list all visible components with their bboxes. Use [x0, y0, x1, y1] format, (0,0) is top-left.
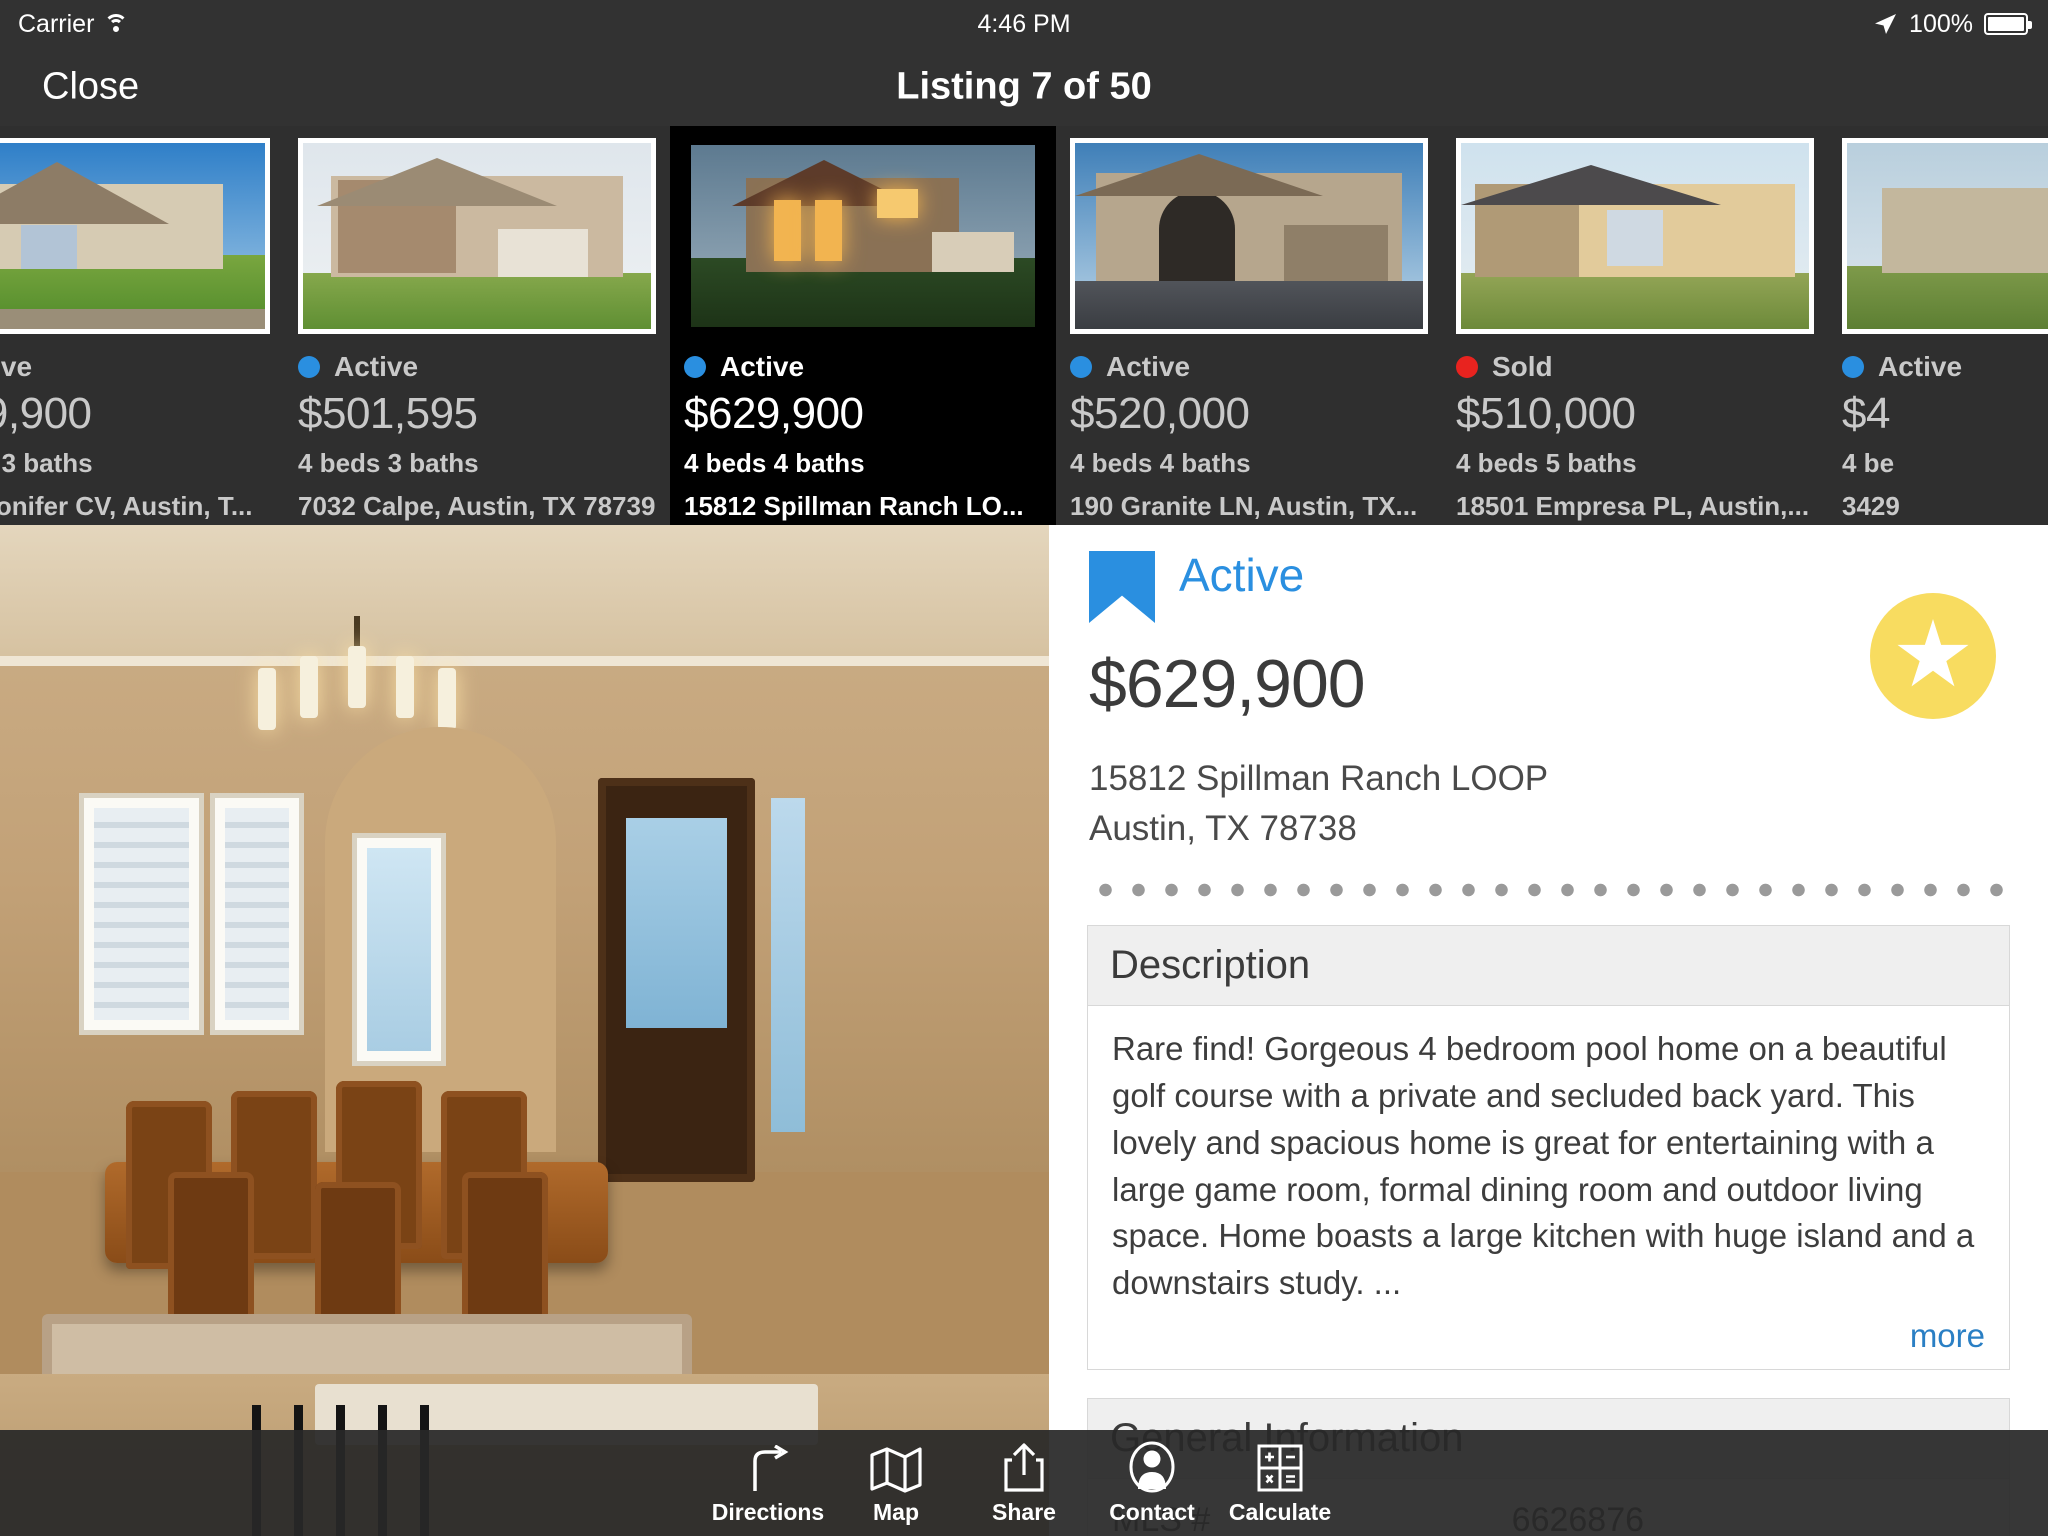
- status-dot-icon: [1456, 356, 1478, 378]
- toolbar-item-calculate[interactable]: Calculate: [1216, 1441, 1344, 1526]
- listing-status-row: Active: [684, 351, 1042, 383]
- listing-thumbnail: [684, 138, 1042, 334]
- star-icon: [1897, 619, 1969, 687]
- listing-address: 15812 Spillman Ranch LO...: [684, 491, 1024, 521]
- listing-beds-baths: 4 beds 4 baths: [1070, 448, 1251, 478]
- listing-price: $629,900: [684, 389, 864, 438]
- listing-price: $4: [1842, 389, 1890, 438]
- listing-thumbnail: [1456, 138, 1814, 334]
- listing-card-1[interactable]: Active $501,595 4 beds 3 baths 7032 Calp…: [284, 126, 670, 525]
- listing-card-5[interactable]: Active $4 4 be 3429: [1828, 126, 2048, 525]
- listing-thumbnail: [0, 138, 270, 334]
- toolbar-label: Share: [992, 1498, 1056, 1525]
- property-photo[interactable]: [0, 525, 1049, 1536]
- chandelier-decor: [252, 615, 462, 736]
- battery-percent-label: 100%: [1909, 9, 1973, 38]
- listing-thumbnail: [298, 138, 656, 334]
- listing-card-0[interactable]: Active $649,900 4 beds 3 baths 6607 Coni…: [0, 126, 284, 525]
- main-content: Active $629,900 15812 Spillman Ranch LOO…: [0, 525, 2048, 1536]
- directions-arrow-icon: [745, 1441, 791, 1493]
- listing-status-row: Sold: [1456, 351, 1814, 383]
- listing-status-row: Active: [298, 351, 656, 383]
- description-more-link[interactable]: more: [1112, 1317, 1985, 1355]
- toolbar-label: Map: [873, 1498, 919, 1525]
- listing-price: $520,000: [1070, 389, 1250, 438]
- status-dot-icon: [684, 356, 706, 378]
- listing-price: $501,595: [298, 389, 478, 438]
- toolbar-label: Calculate: [1228, 1498, 1332, 1525]
- listing-detail-panel[interactable]: Active $629,900 15812 Spillman Ranch LOO…: [1049, 525, 2048, 1536]
- listing-status-label: Active: [1878, 351, 1963, 382]
- detail-status-label: Active: [1179, 549, 1305, 601]
- battery-full-icon: [1984, 13, 2032, 35]
- listing-beds-baths: 4 beds 3 baths: [0, 448, 93, 478]
- listing-status-label: Active: [0, 351, 33, 382]
- listing-price: $649,900: [0, 389, 92, 438]
- listing-address: 6607 Conifer CV, Austin, T...: [0, 491, 253, 521]
- toolbar-item-map[interactable]: Map: [832, 1441, 960, 1526]
- description-section: Description Rare find! Gorgeous 4 bedroo…: [1087, 925, 2010, 1371]
- status-dot-icon: [1842, 356, 1864, 378]
- calculator-icon: [1256, 1441, 1304, 1493]
- bookmark-ribbon-icon: [1089, 551, 1155, 623]
- listing-status-row: Active: [0, 351, 270, 383]
- status-bar: Carrier 4:46 PM 100%: [0, 0, 2048, 48]
- toolbar-label: Contact: [1109, 1498, 1195, 1525]
- listing-beds-baths: 4 be: [1842, 448, 1895, 478]
- detail-status-row: Active: [1089, 551, 2008, 623]
- listing-beds-baths: 4 beds 3 baths: [298, 448, 479, 478]
- detail-address-line1: 15812 Spillman Ranch LOOP: [1089, 759, 1549, 798]
- listing-address: 7032 Calpe, Austin, TX 78739: [298, 491, 656, 521]
- description-body: Rare find! Gorgeous 4 bedroom pool home …: [1088, 1006, 2009, 1370]
- description-header: Description: [1088, 926, 2009, 1006]
- toolbar-item-directions[interactable]: Directions: [704, 1441, 832, 1526]
- listing-card-2-selected[interactable]: Active $629,900 4 beds 4 baths 15812 Spi…: [670, 126, 1056, 525]
- detail-address-line2: Austin, TX 78738: [1089, 809, 1357, 848]
- listing-beds-baths: 4 beds 4 baths: [684, 448, 865, 478]
- toolbar-label: Directions: [711, 1498, 825, 1525]
- contact-person-icon: [1129, 1441, 1175, 1493]
- navigation-bar: Close Listing 7 of 50: [0, 48, 2048, 126]
- listing-status-label: Sold: [1492, 351, 1553, 382]
- status-dot-icon: [298, 356, 320, 378]
- listing-detail-screen: Carrier 4:46 PM 100% Close Listing 7 of …: [0, 0, 2048, 1536]
- listing-status-label: Active: [1106, 351, 1191, 382]
- dotted-separator: [1089, 883, 2008, 897]
- location-arrow-icon: [1872, 11, 1898, 37]
- listing-price: $510,000: [1456, 389, 1636, 438]
- listing-summary: Active $629,900 15812 Spillman Ranch LOO…: [1049, 525, 2048, 849]
- bottom-toolbar: Directions Map Share Contact Calculate: [0, 1430, 2048, 1536]
- listing-address: 3429: [1842, 491, 1900, 521]
- toolbar-item-contact[interactable]: Contact: [1088, 1441, 1216, 1526]
- listing-carousel[interactable]: Y,... Active $649,900 4 beds 3 baths: [0, 126, 2048, 525]
- status-bar-right: 100%: [1872, 9, 2032, 39]
- listing-thumbnail: [1070, 138, 1428, 334]
- listing-status-label: Active: [720, 351, 805, 382]
- listing-status-label: Active: [334, 351, 419, 382]
- share-icon: [1001, 1441, 1047, 1493]
- listing-card-3[interactable]: Active $520,000 4 beds 4 baths 190 Grani…: [1056, 126, 1442, 525]
- listing-status-row: Active: [1070, 351, 1428, 383]
- status-dot-icon: [1070, 356, 1092, 378]
- toolbar-item-share[interactable]: Share: [960, 1441, 1088, 1526]
- listing-thumbnail: [1842, 138, 2048, 334]
- listing-beds-baths: 4 beds 5 baths: [1456, 448, 1637, 478]
- description-text: Rare find! Gorgeous 4 bedroom pool home …: [1112, 1030, 1975, 1302]
- listing-card-4[interactable]: Sold $510,000 4 beds 5 baths 18501 Empre…: [1442, 126, 1828, 525]
- status-bar-time: 4:46 PM: [977, 9, 1071, 38]
- listing-address: 190 Granite LN, Austin, TX...: [1070, 491, 1418, 521]
- listing-address: 18501 Empresa PL, Austin,...: [1456, 491, 1810, 521]
- page-title: Listing 7 of 50: [896, 65, 1152, 108]
- listing-status-row: Active: [1842, 351, 2048, 383]
- map-icon: [870, 1441, 922, 1493]
- favorite-button[interactable]: [1870, 593, 1996, 719]
